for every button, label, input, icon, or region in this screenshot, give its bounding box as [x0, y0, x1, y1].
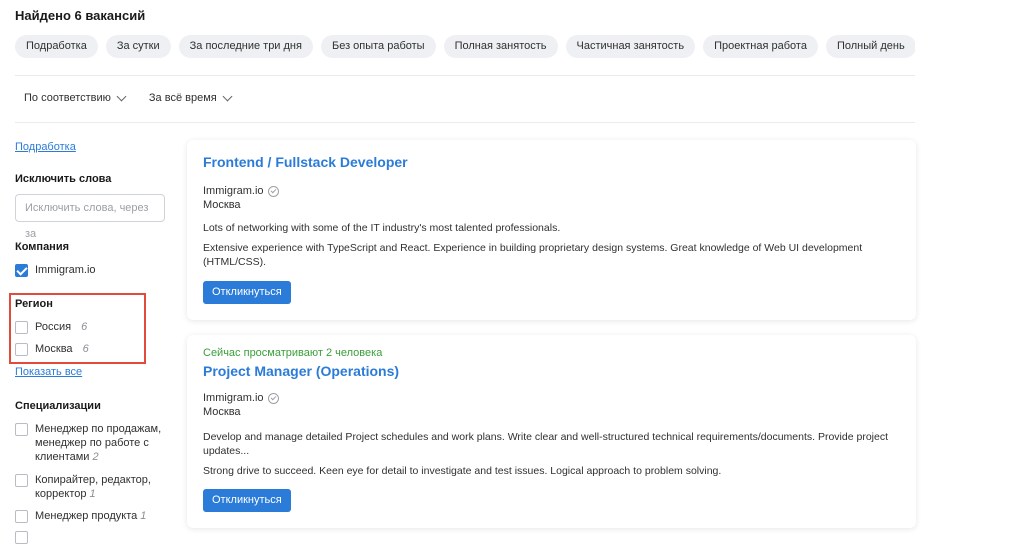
chip-part-time[interactable]: Подработка	[15, 35, 98, 58]
chevron-down-icon	[116, 91, 127, 101]
chip-full-day[interactable]: Полный день	[825, 35, 915, 58]
show-all-link[interactable]: Показать все	[15, 366, 82, 378]
chip-partial-employment[interactable]: Частичная занятость	[565, 35, 696, 58]
spec-label: Менеджер продукта 1	[35, 510, 147, 522]
job-title-link[interactable]: Project Manager (Operations)	[203, 363, 399, 379]
checkbox[interactable]	[15, 343, 28, 356]
viewing-now-label: Сейчас просматривают 2 человека	[203, 347, 383, 359]
job-description: Develop and manage detailed Project sche…	[203, 431, 888, 457]
checkbox[interactable]	[15, 321, 28, 334]
region-count: 6	[81, 321, 88, 333]
region-label: Россия	[35, 321, 72, 333]
job-requirements: Strong drive to succeed. Keen eye for de…	[203, 465, 722, 477]
filter-chips: Подработка За сутки За последние три дня…	[15, 35, 915, 58]
chip-project-work[interactable]: Проектная работа	[703, 35, 818, 58]
region-count: 6	[82, 343, 89, 355]
checkbox[interactable]	[15, 423, 28, 436]
exclude-words-heading: Исключить слова	[15, 173, 112, 185]
specializations-heading: Специализации	[15, 400, 101, 412]
divider	[15, 75, 915, 76]
spec-filter-sales-manager[interactable]: Менеджер по продажам, менеджер по работе…	[15, 422, 165, 464]
company-heading: Компания	[15, 241, 70, 253]
divider	[15, 122, 915, 123]
exclude-words-input[interactable]: Исключить слова, через за	[15, 194, 165, 240]
job-company: Immigram.io	[203, 392, 279, 404]
job-company: Immigram.io	[203, 185, 279, 197]
job-requirements: Extensive experience with TypeScript and…	[203, 242, 863, 268]
spec-count: 2	[92, 451, 99, 463]
region-filter-russia[interactable]: Россия 6	[15, 320, 87, 334]
spec-filter-cutoff[interactable]	[15, 530, 165, 544]
results-count-title: Найдено 6 вакансий	[15, 8, 146, 23]
company-name[interactable]: Immigram.io	[203, 185, 264, 197]
company-filter-immigram[interactable]: Immigram.io	[15, 263, 96, 277]
job-description: Lots of networking with some of the IT i…	[203, 222, 561, 234]
verified-icon	[267, 392, 279, 404]
sort-period-label: За всё время	[148, 92, 217, 104]
verified-icon	[267, 185, 279, 197]
company-label: Immigram.io	[35, 264, 96, 276]
apply-button[interactable]: Откликнуться	[203, 489, 291, 512]
region-filter-moscow[interactable]: Москва 6	[15, 342, 89, 356]
spec-count: 1	[89, 488, 96, 500]
sort-relevance-dropdown[interactable]: По соответствию	[24, 91, 127, 104]
apply-button[interactable]: Откликнуться	[203, 281, 291, 304]
spec-filter-product-manager[interactable]: Менеджер продукта 1	[15, 509, 165, 523]
sort-period-dropdown[interactable]: За всё время	[148, 91, 233, 104]
region-heading: Регион	[15, 298, 53, 310]
job-title-link[interactable]: Frontend / Fullstack Developer	[203, 154, 408, 170]
job-city: Москва	[203, 406, 241, 418]
sidebar-part-time-link[interactable]: Подработка	[15, 141, 76, 153]
checkbox[interactable]	[15, 474, 28, 487]
spec-count: 1	[140, 510, 147, 522]
chip-last-three-days[interactable]: За последние три дня	[178, 35, 313, 58]
spec-filter-copywriter[interactable]: Копирайтер, редактор, корректор 1	[15, 473, 165, 501]
chip-full-employment[interactable]: Полная занятость	[443, 35, 558, 58]
checkbox-checked[interactable]	[15, 264, 28, 277]
job-city: Москва	[203, 199, 241, 211]
chip-no-experience[interactable]: Без опыта работы	[320, 35, 436, 58]
company-name[interactable]: Immigram.io	[203, 392, 264, 404]
job-card: Сейчас просматривают 2 человека Project …	[187, 335, 916, 528]
sort-relevance-label: По соответствию	[24, 92, 111, 104]
sort-bar: По соответствию За всё время	[24, 91, 233, 104]
chip-per-day[interactable]: За сутки	[105, 35, 171, 58]
spec-label: Менеджер по продажам, менеджер по работе…	[35, 423, 162, 463]
checkbox[interactable]	[15, 531, 28, 544]
chevron-down-icon	[222, 91, 233, 101]
spec-label: Копирайтер, редактор, корректор 1	[35, 474, 151, 500]
region-label: Москва	[35, 343, 73, 355]
job-card: Frontend / Fullstack Developer Immigram.…	[187, 140, 916, 320]
checkbox[interactable]	[15, 510, 28, 523]
